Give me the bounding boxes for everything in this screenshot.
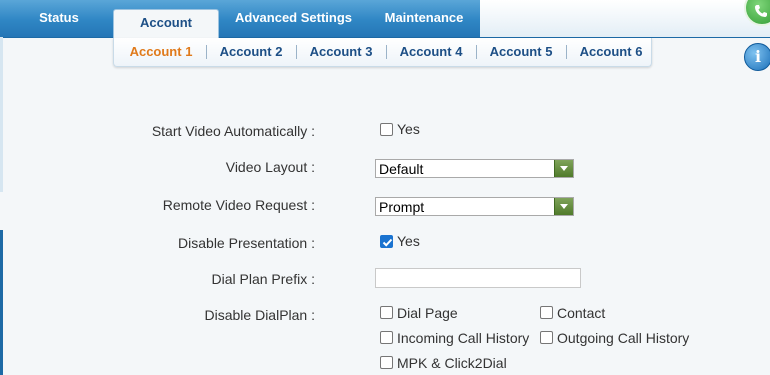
disable-presentation-label: Disable Presentation : [178,235,315,251]
tab-status[interactable]: Status [18,0,100,37]
account-subtabs: Account 1 Account 2 Account 3 Account 4 … [113,38,652,67]
dial-page-checkbox[interactable] [380,306,393,319]
video-layout-label: Video Layout : [225,159,315,175]
disable-presentation-option-label: Yes [397,233,420,249]
header-right-area [480,0,770,37]
chevron-down-icon [554,160,573,177]
remote-video-request-value: Prompt [379,199,425,215]
start-video-checkbox[interactable] [380,123,393,136]
disable-dialplan-label: Disable DialPlan : [204,307,316,323]
chevron-down-icon [554,198,573,215]
video-layout-select[interactable]: Default [375,159,574,178]
subtab-account-4[interactable]: Account 4 [386,38,476,66]
start-video-option-label: Yes [397,121,420,137]
outgoing-call-history-label: Outgoing Call History [557,330,690,346]
video-layout-value: Default [379,161,424,177]
tab-maintenance[interactable]: Maintenance [372,0,476,37]
tab-account[interactable]: Account [113,9,219,40]
checkmark-icon [382,238,393,247]
subtab-account-6[interactable]: Account 6 [566,38,656,66]
incoming-call-history-label: Incoming Call History [397,330,530,346]
remote-video-request-label: Remote Video Request : [162,197,315,213]
contact-label: Contact [557,305,606,321]
subtab-account-1[interactable]: Account 1 [116,38,206,66]
mpk-click2dial-label: MPK & Click2Dial [397,355,507,371]
contact-checkbox[interactable] [540,306,553,319]
subtab-account-2[interactable]: Account 2 [206,38,296,66]
remote-video-request-select[interactable]: Prompt [375,197,574,216]
disable-presentation-checkbox[interactable] [380,235,393,248]
start-video-label: Start Video Automatically : [151,123,315,139]
subtab-account-3[interactable]: Account 3 [296,38,386,66]
mpk-click2dial-checkbox[interactable] [380,356,393,369]
dial-page-label: Dial Page [397,305,458,321]
dial-plan-prefix-label: Dial Plan Prefix : [211,271,315,287]
info-icon[interactable]: i [744,43,770,71]
tab-advanced-settings[interactable]: Advanced Settings [225,0,362,37]
outgoing-call-history-checkbox[interactable] [540,331,553,344]
left-edge-strip [0,37,3,192]
incoming-call-history-checkbox[interactable] [380,331,393,344]
left-edge-bar [0,230,3,375]
dial-plan-prefix-input[interactable] [375,268,581,288]
subtab-account-5[interactable]: Account 5 [476,38,566,66]
